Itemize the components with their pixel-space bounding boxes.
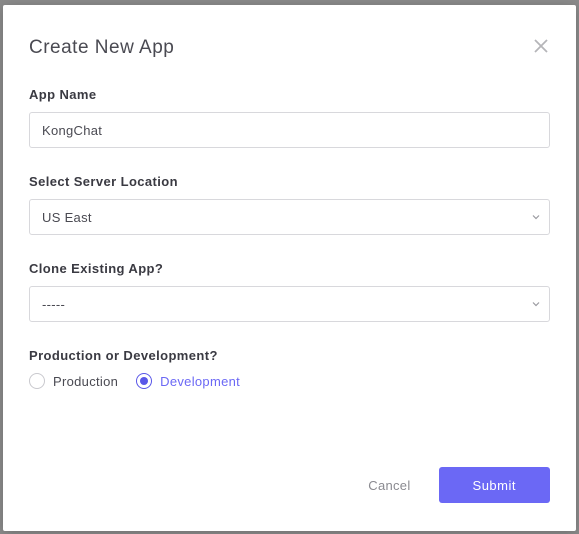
environment-group: Production or Development? Production De… <box>29 348 550 389</box>
radio-label-production: Production <box>53 374 118 389</box>
clone-app-group: Clone Existing App? ----- <box>29 261 550 322</box>
cancel-button[interactable]: Cancel <box>368 478 410 493</box>
radio-inner-icon <box>140 377 148 385</box>
server-location-select[interactable]: US East <box>29 199 550 235</box>
close-icon <box>534 39 548 53</box>
app-name-input[interactable] <box>29 112 550 148</box>
app-name-label: App Name <box>29 87 550 102</box>
clone-app-label: Clone Existing App? <box>29 261 550 276</box>
radio-circle-production <box>29 373 45 389</box>
radio-development[interactable]: Development <box>136 373 240 389</box>
modal-footer: Cancel Submit <box>29 467 550 503</box>
radio-label-development: Development <box>160 374 240 389</box>
submit-button[interactable]: Submit <box>439 467 550 503</box>
modal-title: Create New App <box>29 37 174 59</box>
server-location-group: Select Server Location US East <box>29 174 550 235</box>
radio-production[interactable]: Production <box>29 373 118 389</box>
environment-radio-group: Production Development <box>29 373 550 389</box>
modal-header: Create New App <box>29 37 550 59</box>
clone-app-select[interactable]: ----- <box>29 286 550 322</box>
create-app-modal: Create New App App Name Select Server Lo… <box>3 5 576 531</box>
app-name-group: App Name <box>29 87 550 148</box>
radio-circle-development <box>136 373 152 389</box>
clone-app-select-wrapper: ----- <box>29 286 550 322</box>
close-button[interactable] <box>532 37 550 55</box>
environment-label: Production or Development? <box>29 348 550 363</box>
server-location-label: Select Server Location <box>29 174 550 189</box>
server-location-select-wrapper: US East <box>29 199 550 235</box>
